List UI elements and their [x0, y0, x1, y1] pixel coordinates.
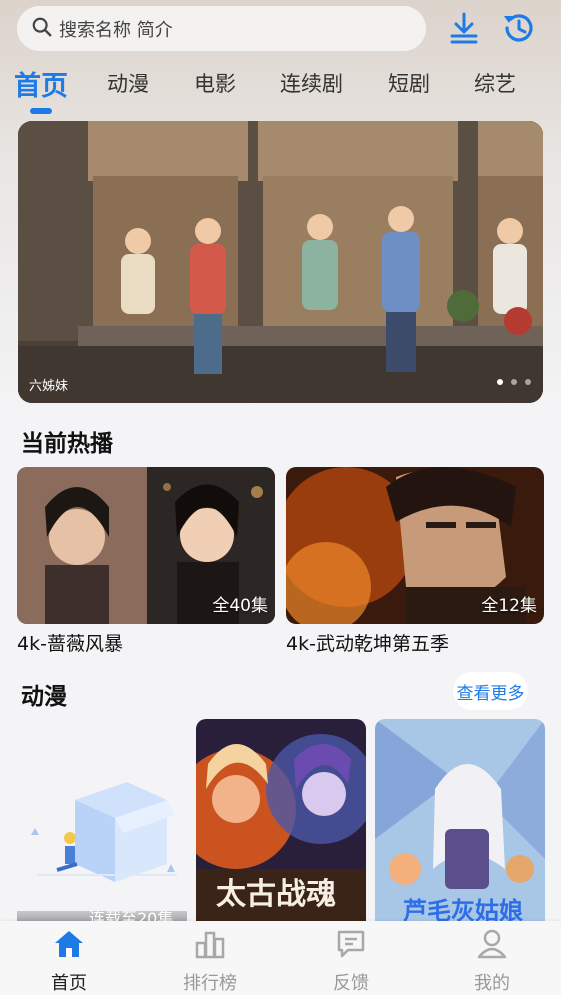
empty-box-illustration: [31, 782, 177, 882]
nav-profile[interactable]: 我的: [452, 929, 532, 995]
nav-label: 我的: [474, 973, 510, 994]
active-tab-indicator: [30, 108, 52, 114]
search-input[interactable]: 搜索名称 简介: [59, 16, 173, 42]
bottom-navigation: 首页 排行榜 反馈 我的: [0, 921, 561, 995]
hot-card[interactable]: 全40集: [17, 467, 275, 624]
banner-caption: 六姊妹: [29, 379, 69, 394]
tab-movie[interactable]: 电影: [194, 68, 236, 98]
nav-label: 反馈: [333, 973, 369, 994]
view-more-button[interactable]: 查看更多: [453, 672, 528, 710]
tab-variety[interactable]: 综艺: [474, 68, 516, 98]
anime-poster[interactable]: 芦毛灰姑娘: [375, 719, 545, 934]
nav-feedback[interactable]: 反馈: [311, 929, 391, 995]
feedback-icon: [335, 929, 367, 963]
nav-label: 排行榜: [183, 973, 237, 994]
anime-section-title: 动漫: [21, 684, 67, 710]
episode-count: 全40集: [212, 596, 268, 616]
carousel-dot: [511, 379, 517, 385]
banner-image: [18, 121, 543, 403]
poster-logo: 太古战魂: [216, 877, 336, 912]
search-bar[interactable]: 搜索名称 简介: [17, 6, 426, 51]
hot-card-title[interactable]: 4k-武动乾坤第五季: [286, 629, 449, 656]
tab-anime[interactable]: 动漫: [107, 68, 149, 98]
tab-short-drama[interactable]: 短剧: [388, 68, 430, 98]
history-icon[interactable]: [499, 8, 539, 48]
banner-carousel[interactable]: 六姊妹: [18, 121, 543, 403]
download-icon[interactable]: [444, 8, 484, 48]
tab-home[interactable]: 首页: [14, 64, 68, 103]
nav-ranking[interactable]: 排行榜: [170, 929, 250, 995]
loading-placeholder: 连载至20集: [17, 720, 187, 928]
tab-series[interactable]: 连续剧: [280, 68, 343, 98]
anime-poster-image: 太古战魂: [196, 719, 366, 934]
hot-card[interactable]: 全12集: [286, 467, 544, 624]
category-tabs: 首页 动漫 电影 连续剧 短剧 综艺: [0, 62, 561, 116]
anime-poster[interactable]: 太古战魂: [196, 719, 366, 934]
carousel-dot: [525, 379, 531, 385]
nav-label: 首页: [51, 973, 87, 994]
home-icon: [53, 929, 85, 963]
carousel-dots: [497, 379, 531, 385]
carousel-dot: [497, 379, 503, 385]
hot-card-title[interactable]: 4k-蔷薇风暴: [17, 629, 123, 656]
hot-section-title: 当前热播: [21, 431, 113, 457]
episode-count: 全12集: [481, 596, 537, 616]
anime-poster-image: 芦毛灰姑娘: [375, 719, 545, 934]
profile-icon: [476, 929, 508, 963]
nav-home[interactable]: 首页: [29, 929, 109, 995]
search-icon: [31, 16, 53, 42]
ranking-icon: [194, 929, 226, 963]
